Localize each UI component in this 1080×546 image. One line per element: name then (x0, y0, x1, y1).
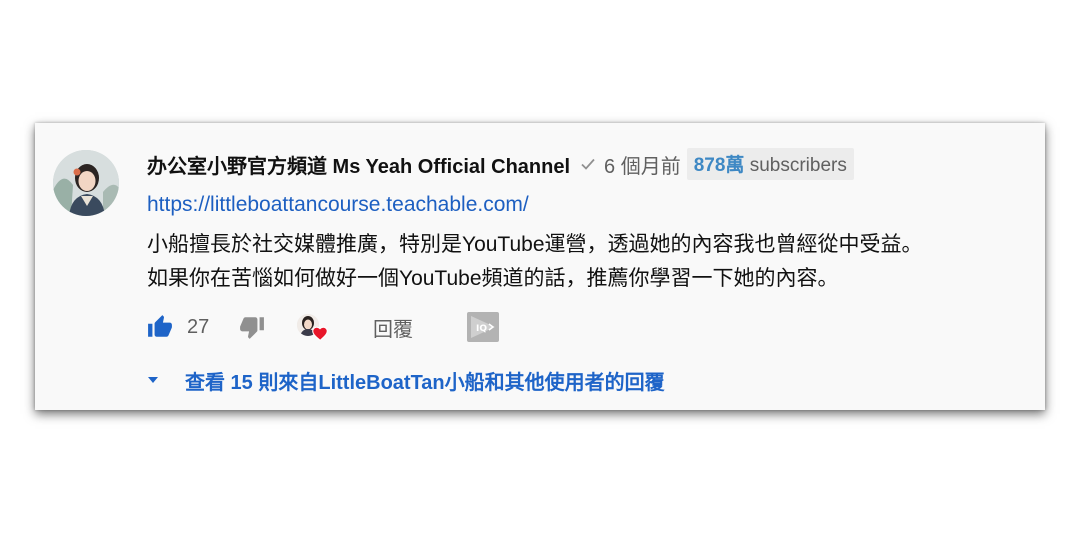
like-count: 27 (187, 315, 210, 338)
comment-text-line-1: 小船擅長於社交媒體推廣，特別是YouTube運營，透過她的內容我也曾經從中受益。 (147, 233, 923, 256)
heart-icon (311, 325, 329, 341)
subscriber-badge: 878萬 subscribers (686, 148, 854, 180)
subscriber-label: subscribers (749, 155, 847, 176)
check-icon (580, 156, 596, 172)
comment-header: 办公室小野官方頻道 Ms Yeah Official Channel 6 個月前… (147, 148, 854, 180)
thumbs-down-icon[interactable] (239, 314, 265, 340)
subscriber-count: 878萬 (693, 155, 745, 176)
reply-button[interactable]: 回覆 (373, 313, 413, 342)
view-replies-label: 查看 15 則來自LittleBoatTan小船和其他使用者的回覆 (185, 371, 665, 394)
svg-text:IQ: IQ (476, 324, 487, 334)
comment-card: 办公室小野官方頻道 Ms Yeah Official Channel 6 個月前… (35, 123, 1045, 410)
comment-link[interactable]: https://littleboattancourse.teachable.co… (147, 193, 529, 217)
comment-text-line-2: 如果你在苦惱如何做好一個YouTube頻道的話，推薦你學習一下她的內容。 (147, 267, 839, 290)
avatar[interactable] (53, 150, 119, 216)
comment-time[interactable]: 6 個月前 (604, 150, 681, 179)
view-replies-button[interactable]: 查看 15 則來自LittleBoatTan小船和其他使用者的回覆 (145, 366, 665, 394)
comment-actions: 27 回覆 IQ (147, 311, 499, 343)
author-name[interactable]: 办公室小野官方頻道 Ms Yeah Official Channel (147, 150, 570, 179)
thumbs-up-icon[interactable] (147, 314, 173, 340)
avatar-image (53, 150, 119, 216)
creator-heart[interactable] (297, 312, 331, 342)
extension-icon[interactable]: IQ (467, 312, 499, 342)
caret-down-icon (145, 372, 161, 388)
